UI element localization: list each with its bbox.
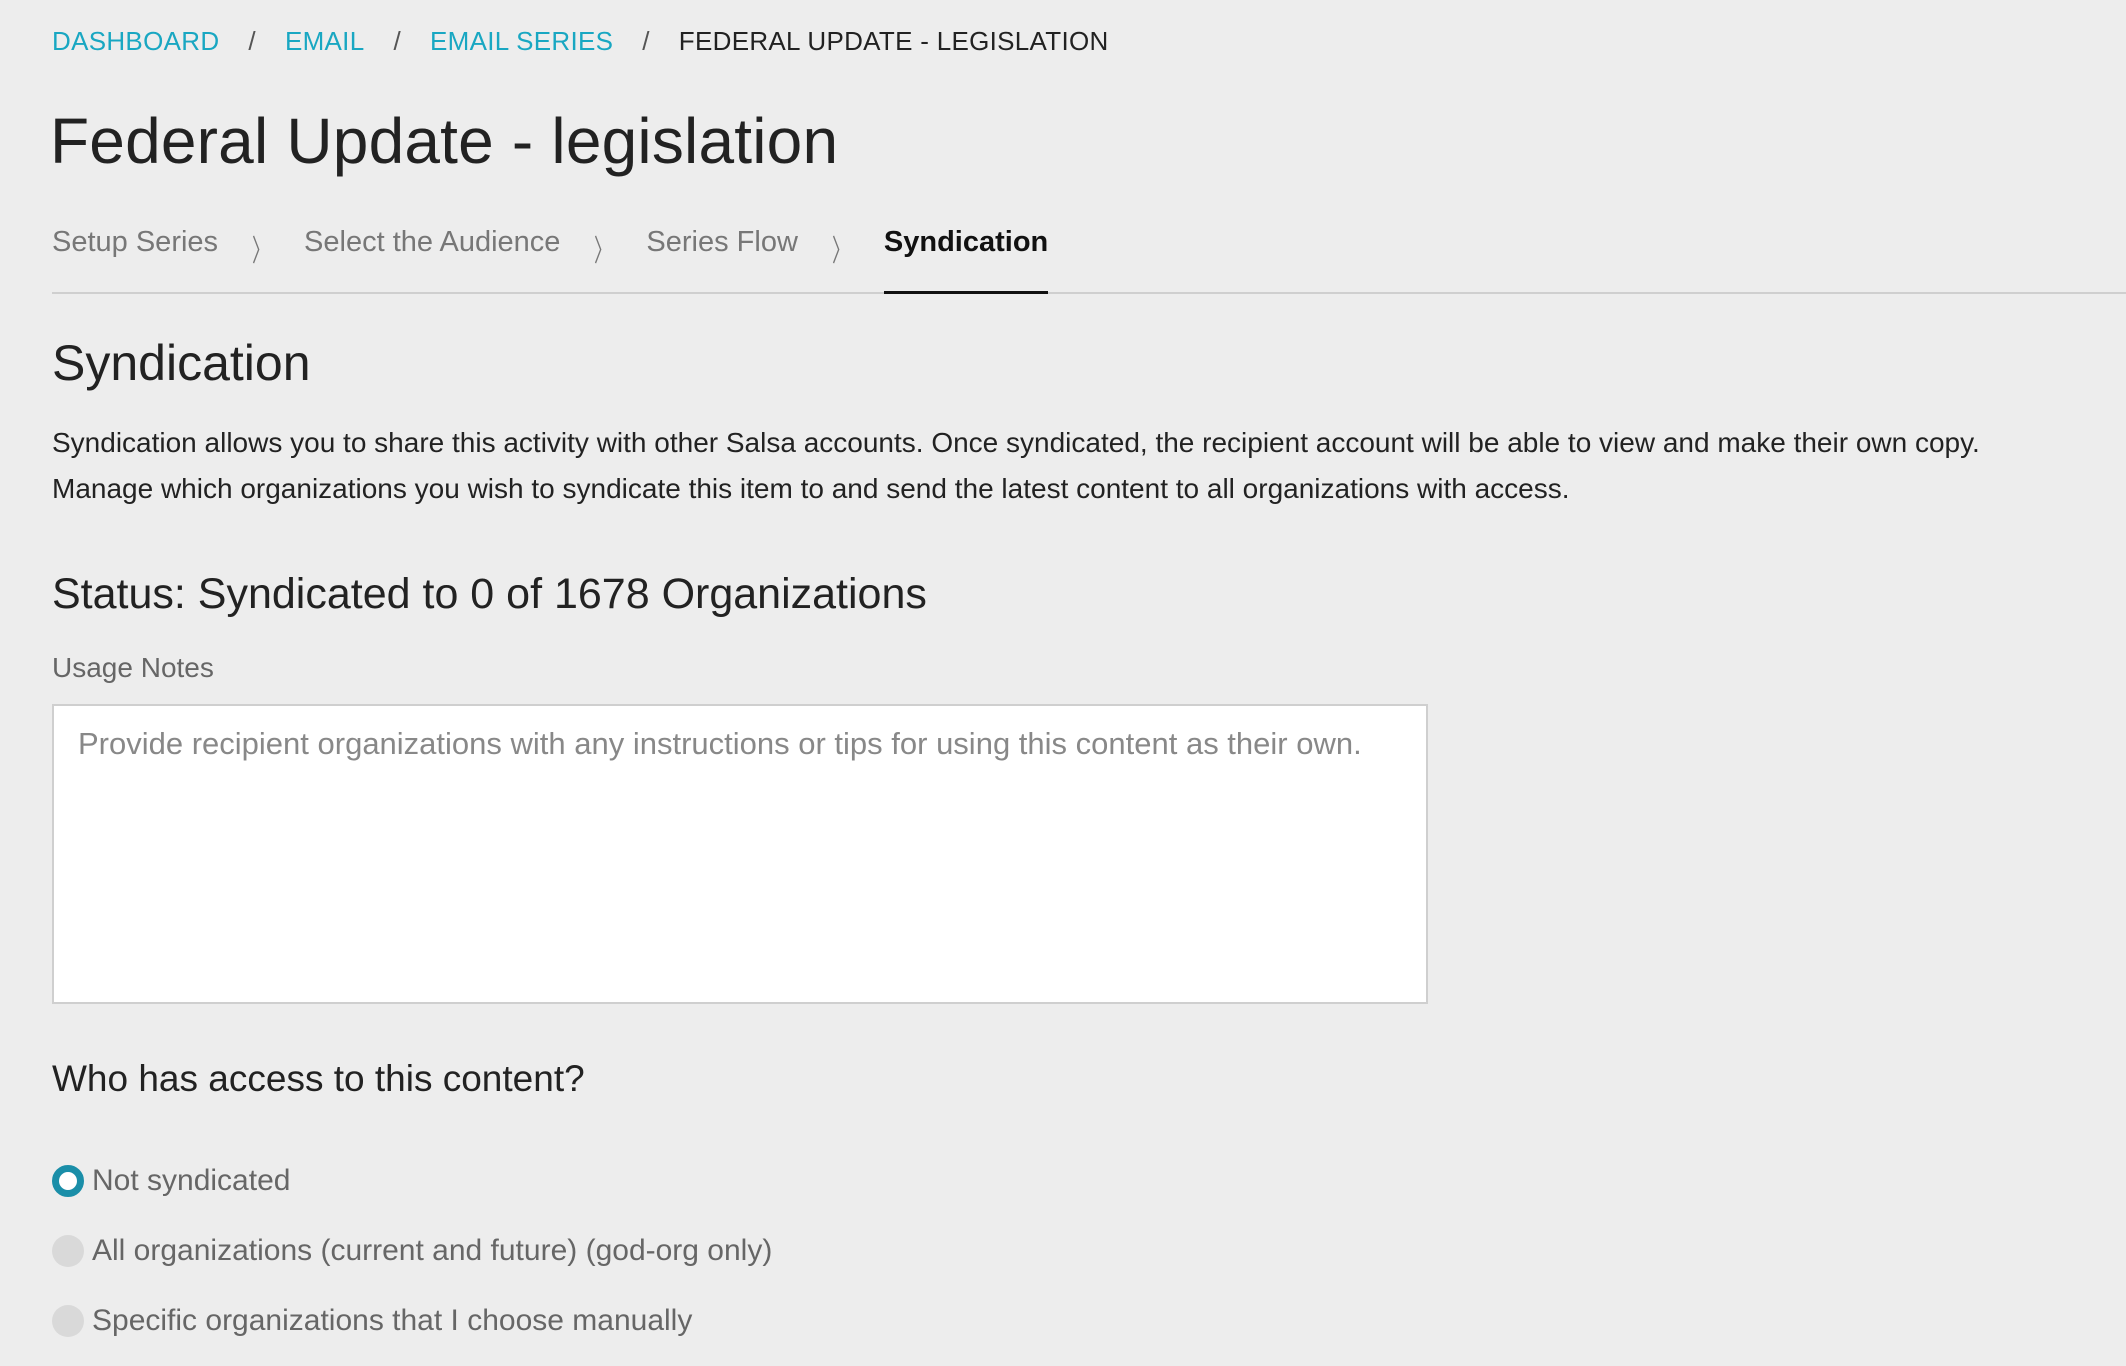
- chevron-right-icon: 〉: [252, 235, 271, 268]
- syndication-status: Status: Syndicated to 0 of 1678 Organiza…: [52, 570, 927, 618]
- breadcrumb-separator: /: [642, 26, 650, 56]
- step-setup-series[interactable]: Setup Series: [52, 224, 218, 292]
- access-title: Who has access to this content?: [52, 1058, 585, 1099]
- breadcrumb-current: FEDERAL UPDATE - LEGISLATION: [678, 26, 1109, 56]
- radio-specific-organizations[interactable]: Specific organizations that I choose man…: [52, 1304, 692, 1338]
- page: DASHBOARD / EMAIL / EMAIL SERIES / FEDER…: [0, 0, 2126, 1366]
- breadcrumb: DASHBOARD / EMAIL / EMAIL SERIES / FEDER…: [52, 26, 1109, 57]
- breadcrumb-link-email[interactable]: EMAIL: [285, 26, 365, 57]
- step-series-flow[interactable]: Series Flow: [646, 224, 798, 292]
- radio-label: Not syndicated: [92, 1164, 291, 1197]
- radio-unselected-icon[interactable]: [52, 1235, 84, 1267]
- radio-unselected-icon[interactable]: [52, 1305, 84, 1337]
- breadcrumb-separator: /: [393, 26, 401, 56]
- radio-not-syndicated[interactable]: Not syndicated: [52, 1164, 290, 1198]
- radio-label: All organizations (current and future) (…: [92, 1234, 773, 1267]
- syndication-description: Syndication allows you to share this act…: [52, 420, 2112, 512]
- usage-notes-label: Usage Notes: [52, 652, 214, 683]
- usage-notes-textarea[interactable]: [52, 704, 1428, 1004]
- description-line-2: Manage which organizations you wish to s…: [52, 473, 1570, 504]
- section-title: Syndication: [52, 335, 311, 391]
- page-title: Federal Update - legislation: [50, 105, 839, 177]
- chevron-right-icon: 〉: [831, 235, 850, 268]
- chevron-right-icon: 〉: [594, 235, 613, 268]
- step-select-audience[interactable]: Select the Audience: [304, 224, 560, 292]
- breadcrumb-separator: /: [248, 26, 256, 56]
- radio-label: Specific organizations that I choose man…: [92, 1304, 693, 1337]
- radio-selected-icon[interactable]: [52, 1165, 84, 1197]
- breadcrumb-link-email-series[interactable]: EMAIL SERIES: [430, 26, 613, 57]
- wizard-steps: Setup Series 〉 Select the Audience 〉 Ser…: [52, 224, 2126, 294]
- radio-all-organizations[interactable]: All organizations (current and future) (…: [52, 1234, 772, 1268]
- step-syndication[interactable]: Syndication: [883, 224, 1049, 294]
- description-line-1: Syndication allows you to share this act…: [52, 427, 1980, 458]
- breadcrumb-link-dashboard[interactable]: DASHBOARD: [52, 26, 219, 57]
